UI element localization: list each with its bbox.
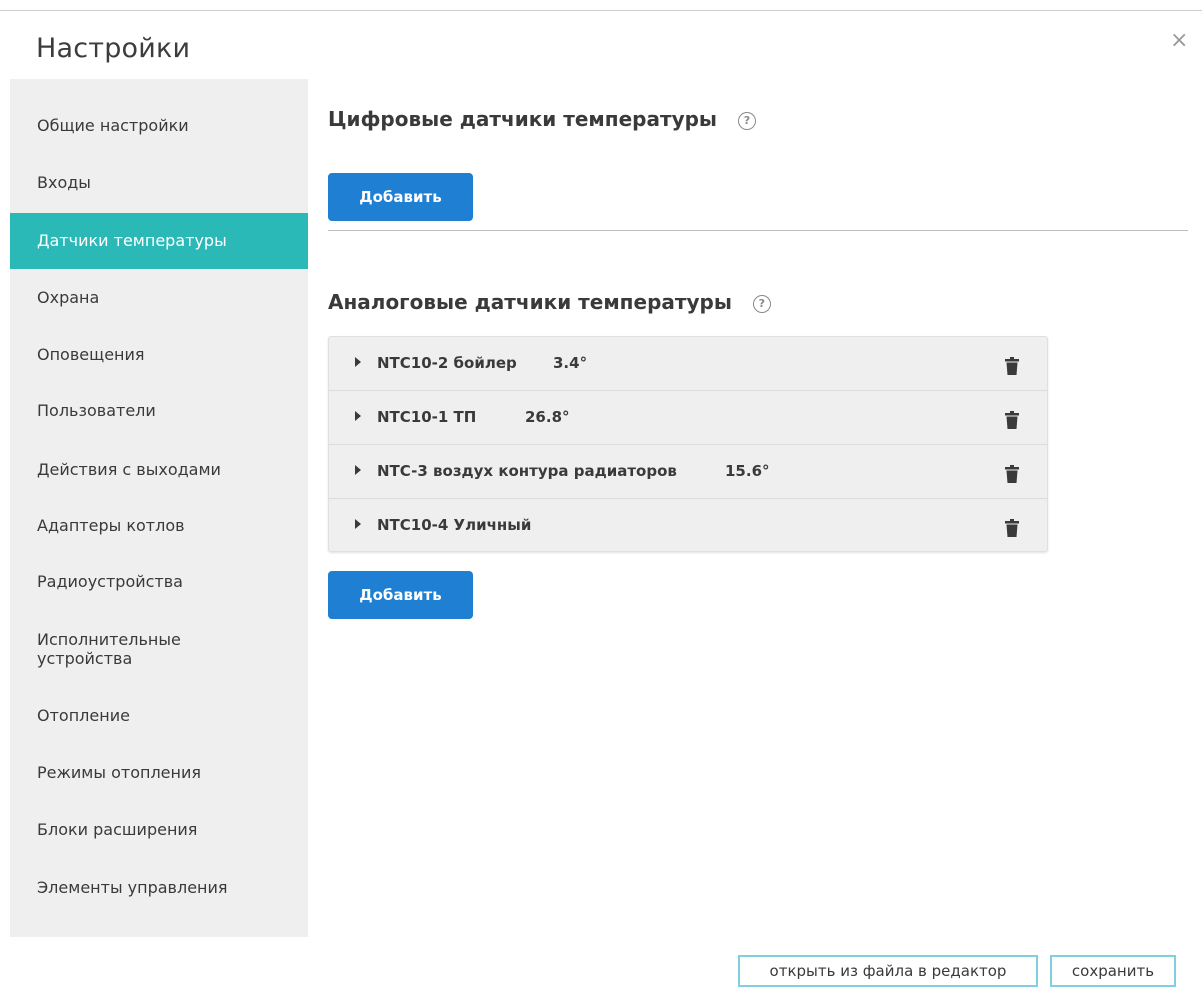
delete-icon[interactable] bbox=[1005, 465, 1019, 483]
sidebar-item-label: Датчики температуры bbox=[37, 231, 227, 250]
sidebar-item-label: Действия с выходами bbox=[37, 460, 221, 479]
add-digital-sensor-button[interactable]: Добавить bbox=[328, 173, 473, 221]
open-from-file-button[interactable]: открыть из файла в редактор bbox=[738, 955, 1038, 987]
sidebar-item-label: Оповещения bbox=[37, 345, 145, 364]
sidebar-item-label: Входы bbox=[37, 173, 91, 192]
sensor-name: NTC10-1 ТП bbox=[377, 408, 477, 426]
sidebar-item-label: Радиоустройства bbox=[37, 572, 183, 591]
sidebar-item-inputs[interactable]: Входы bbox=[10, 164, 308, 202]
sidebar-item-label: Элементы управления bbox=[37, 878, 228, 897]
close-icon[interactable]: × bbox=[1170, 30, 1188, 52]
sensor-name: NTC10-2 бойлер bbox=[377, 354, 517, 372]
sidebar-item-controls[interactable]: Элементы управления bbox=[10, 869, 308, 907]
sidebar-item-label: Адаптеры котлов bbox=[37, 516, 185, 535]
sidebar-item-label: Общие настройки bbox=[37, 116, 189, 135]
help-icon[interactable]: ? bbox=[737, 111, 756, 130]
section-title-text: Цифровые датчики температуры bbox=[328, 107, 718, 131]
sidebar-item-output-actions[interactable]: Действия с выходами bbox=[10, 451, 308, 489]
expand-caret-icon[interactable] bbox=[355, 357, 361, 367]
sensor-temperature: 3.4° bbox=[553, 354, 588, 372]
sidebar-item-notifications[interactable]: Оповещения bbox=[10, 336, 308, 374]
expand-caret-icon[interactable] bbox=[355, 411, 361, 421]
sidebar-item-label: Охрана bbox=[37, 288, 100, 307]
sensor-row[interactable]: NTC10-4 Уличный bbox=[329, 499, 1047, 553]
expand-caret-icon[interactable] bbox=[355, 519, 361, 529]
top-divider bbox=[0, 10, 1202, 11]
sidebar-item-label: Блоки расширения bbox=[37, 820, 198, 839]
sidebar-item-users[interactable]: Пользователи bbox=[10, 392, 308, 430]
analog-sensor-list: NTC10-2 бойлер 3.4° NTC10-1 ТП 26.8° NTC… bbox=[328, 336, 1048, 552]
help-icon[interactable]: ? bbox=[752, 294, 771, 313]
sensor-name: NTC10-4 Уличный bbox=[377, 516, 532, 534]
section-title-text: Аналоговые датчики температуры bbox=[328, 290, 732, 314]
sidebar-item-label: Режимы отопления bbox=[37, 763, 202, 782]
settings-sidebar: Общие настройки Входы Датчики температур… bbox=[10, 79, 308, 937]
expand-caret-icon[interactable] bbox=[355, 465, 361, 475]
section-divider bbox=[328, 230, 1188, 231]
sidebar-item-general[interactable]: Общие настройки bbox=[10, 107, 308, 145]
sidebar-item-boiler-adapters[interactable]: Адаптеры котлов bbox=[10, 507, 308, 545]
sidebar-item-label: Отопление bbox=[37, 706, 130, 725]
sidebar-item-actuators[interactable]: Исполнительные устройства bbox=[10, 625, 240, 673]
sidebar-item-label: Пользователи bbox=[37, 401, 156, 420]
sensor-row[interactable]: NTC10-2 бойлер 3.4° bbox=[329, 337, 1047, 391]
delete-icon[interactable] bbox=[1005, 357, 1019, 375]
sensor-temperature: 15.6° bbox=[725, 462, 770, 480]
sensor-temperature: 26.8° bbox=[525, 408, 570, 426]
analog-sensors-title: Аналоговые датчики температуры ? bbox=[328, 290, 771, 314]
dialog-title: Настройки bbox=[36, 33, 191, 64]
sidebar-item-radio-devices[interactable]: Радиоустройства bbox=[10, 563, 308, 601]
sensor-name: NTC-3 воздух контура радиаторов bbox=[377, 462, 677, 480]
sensor-row[interactable]: NTC-3 воздух контура радиаторов 15.6° bbox=[329, 445, 1047, 499]
delete-icon[interactable] bbox=[1005, 519, 1019, 537]
sidebar-item-expansion-units[interactable]: Блоки расширения bbox=[10, 811, 308, 849]
digital-sensors-title: Цифровые датчики температуры ? bbox=[328, 107, 756, 131]
sidebar-item-heating-modes[interactable]: Режимы отопления bbox=[10, 754, 308, 792]
sidebar-item-temperature-sensors[interactable]: Датчики температуры bbox=[10, 213, 308, 269]
sidebar-item-label: Исполнительные устройства bbox=[37, 630, 181, 668]
sidebar-item-security[interactable]: Охрана bbox=[10, 279, 308, 317]
add-analog-sensor-button[interactable]: Добавить bbox=[328, 571, 473, 619]
sidebar-item-heating[interactable]: Отопление bbox=[10, 697, 308, 735]
delete-icon[interactable] bbox=[1005, 411, 1019, 429]
sensor-row[interactable]: NTC10-1 ТП 26.8° bbox=[329, 391, 1047, 445]
save-button[interactable]: сохранить bbox=[1050, 955, 1176, 987]
